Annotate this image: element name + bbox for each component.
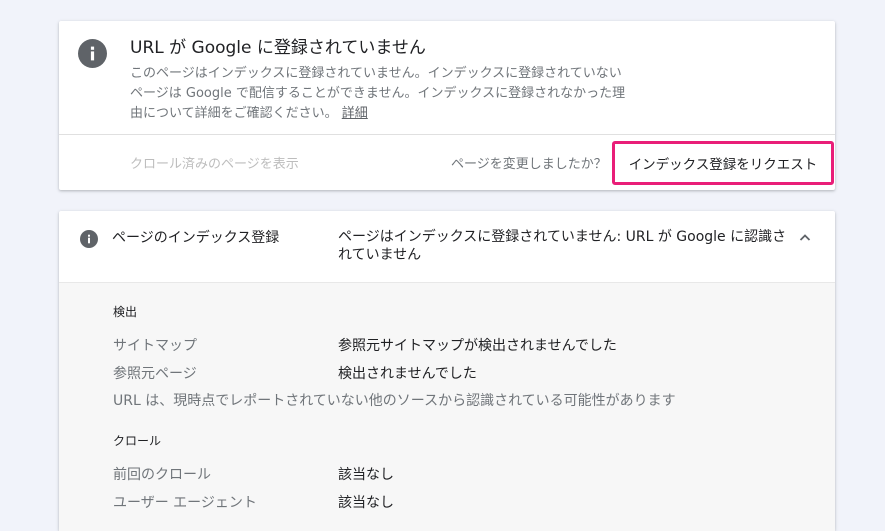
info-icon [78,39,107,68]
status-actions: クロール済みのページを表示 ページを変更しましたか？ インデックス登録をリクエス… [59,135,835,190]
sitemap-value: 参照元サイトマップが検出されませんでした [338,338,617,354]
last-crawl-value: 該当なし [338,467,394,483]
page-changed-question: ページを変更しましたか？ [451,157,607,172]
referring-page-value: 検出されませんでした [338,366,477,382]
page-indexing-status: ページはインデックスに登録されていません: URL が Google に認識され… [338,229,787,263]
page-indexing-header[interactable]: ページのインデックス登録 ページはインデックスに登録されていません: URL が… [59,211,835,283]
status-description: このページはインデックスに登録されていません。インデックスに登録されていないペー… [130,64,630,124]
status-description-text: このページはインデックスに登録されていません。インデックスに登録されていないペー… [130,66,626,121]
page-indexing-label: ページのインデックス登録 [112,230,280,246]
page-indexing-card: ページのインデックス登録 ページはインデックスに登録されていません: URL が… [59,211,835,531]
info-icon [80,230,98,248]
chevron-up-icon[interactable] [796,229,814,247]
details-link[interactable]: 詳細 [342,106,368,121]
section-heading-discovery: 検出 [113,305,138,319]
referring-page-label: 参照元ページ [113,366,197,382]
discovery-note: URL は、現時点でレポートされていない他のソースから認識されている可能性があり… [113,393,676,409]
status-title: URL が Google に登録されていません [130,38,426,58]
url-status-card: URL が Google に登録されていません このページはインデックスに登録さ… [59,21,835,190]
page-indexing-details: 検出 サイトマップ 参照元サイトマップが検出されませんでした 参照元ページ 検出… [59,283,835,531]
request-indexing-button[interactable]: インデックス登録をリクエスト [612,141,834,185]
user-agent-value: 該当なし [338,495,394,511]
user-agent-label: ユーザー エージェント [113,495,257,511]
section-heading-crawl: クロール [113,434,162,448]
sitemap-label: サイトマップ [113,338,197,354]
status-summary: URL が Google に登録されていません このページはインデックスに登録さ… [59,21,835,135]
last-crawl-label: 前回のクロール [113,467,211,483]
view-crawled-page-link[interactable]: クロール済みのページを表示 [130,153,299,172]
